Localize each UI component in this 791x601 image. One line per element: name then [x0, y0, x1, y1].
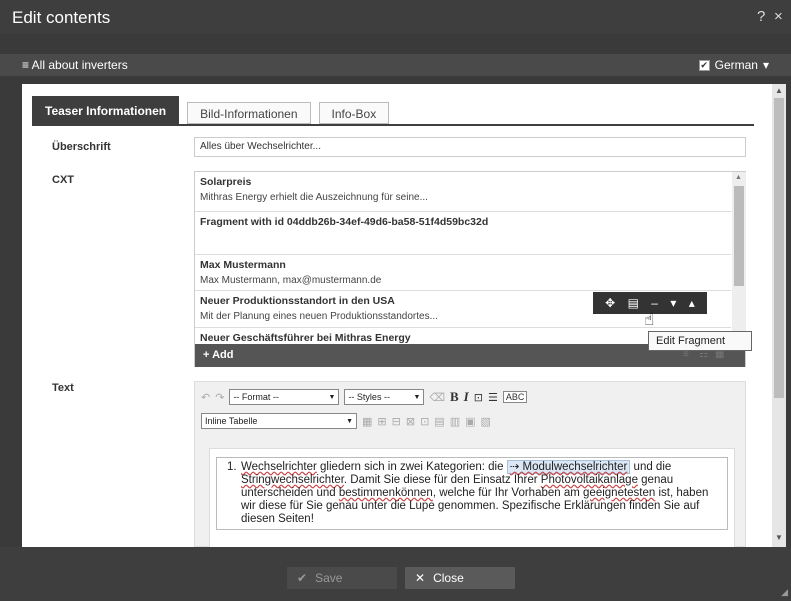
editor-content-area[interactable]: 1. Wechselrichter gliedern sich in zwei … — [209, 448, 735, 547]
chevron-down-icon: ▼ — [346, 417, 353, 425]
text-segment: , welche für Ihr Vorhaben am — [432, 487, 584, 499]
help-button[interactable]: ? — [757, 8, 765, 25]
resize-grip-icon[interactable]: ◢ — [781, 587, 788, 598]
chevron-down-icon: ▼ — [413, 393, 421, 401]
list-number: 1. — [227, 461, 237, 473]
edit-contents-dialog: Edit contents ? × ≡ All about inverters … — [0, 0, 791, 601]
tab-info-box[interactable]: Info-Box — [318, 102, 390, 124]
text-segment: . Damit Sie diese für den Einsatz Ihrer — [343, 474, 541, 486]
dialog-title: Edit contents — [12, 8, 111, 27]
chevron-down-icon: ▼ — [328, 393, 336, 401]
cxt-scrollbar[interactable]: ▲ — [732, 172, 746, 344]
move-down-icon[interactable]: ▾ — [670, 296, 676, 310]
inline-link-chip[interactable]: ⇢ Modulwechselrichter — [506, 460, 631, 474]
list-item-title: Fragment with id 04ddb26b-34ef-49d6-ba58… — [200, 216, 489, 228]
tab-underline — [32, 124, 754, 126]
heading-input[interactable]: Alles über Wechselrichter... — [194, 137, 746, 157]
heading-label: Überschrift — [52, 141, 111, 153]
add-fragment-button[interactable]: + Add — [203, 349, 233, 361]
hand-cursor-icon: ☝ — [644, 310, 655, 329]
spell-word: geeignetesten — [583, 487, 656, 499]
language-label: German — [714, 58, 758, 72]
format-select[interactable]: -- Format -- ▼ — [229, 389, 340, 405]
tab-bar: Teaser Informationen Bild-Informationen … — [32, 96, 390, 124]
list-item[interactable]: Max Mustermann Max Mustermann, max@muste… — [195, 255, 731, 291]
table-style-select[interactable]: Inline Tabelle ▼ — [201, 413, 357, 429]
cxt-label: CXT — [52, 174, 74, 186]
editor-paragraph[interactable]: 1. Wechselrichter gliedern sich in zwei … — [216, 457, 728, 530]
list-item[interactable]: Fragment with id 04ddb26b-34ef-49d6-ba58… — [195, 212, 731, 255]
list-item-subtitle: Max Mustermann, max@mustermann.de — [200, 275, 382, 286]
save-button-label: Save — [315, 571, 343, 585]
save-button[interactable]: ✔ Save — [287, 567, 397, 589]
close-button-label: Close — [433, 571, 464, 585]
list-item-title: Max Mustermann — [200, 259, 286, 271]
cxt-scrollbar-thumb[interactable] — [734, 186, 744, 286]
undo-icon[interactable]: ↶ — [201, 391, 210, 404]
chevron-down-icon: ▾ — [762, 58, 769, 72]
table-style-select-value: Inline Tabelle — [205, 416, 258, 426]
language-checkbox[interactable]: ✔ — [698, 59, 710, 71]
scroll-down-icon[interactable]: ▼ — [775, 533, 783, 542]
text-segment: gliedern sich in zwei Kategorien: die — [316, 461, 507, 473]
close-button[interactable]: ✕ Close — [405, 567, 515, 589]
spell-word: Stringwechselrichter — [241, 474, 344, 486]
tab-teaser-informationen[interactable]: Teaser Informationen — [32, 96, 180, 124]
check-icon: ✔ — [297, 571, 308, 585]
edit-fragment-tooltip: Edit Fragment — [648, 331, 752, 351]
titlebar-gap — [0, 34, 791, 54]
insert-link-icon[interactable]: ⊡ — [474, 391, 483, 404]
merge-cell-icon[interactable]: ⊡ — [420, 415, 429, 428]
list-item-subtitle: Mithras Energy erhielt die Auszeichnung … — [200, 192, 428, 203]
panel-scrollbar[interactable]: ▲ ▼ — [772, 84, 786, 547]
list-item[interactable]: Solarpreis Mithras Energy erhielt die Au… — [195, 172, 731, 212]
styles-select[interactable]: -- Styles -- ▼ — [344, 389, 425, 405]
insert-row-icon[interactable]: ⊞ — [377, 415, 386, 428]
table-properties-icon[interactable]: ▦ — [362, 415, 372, 428]
bullet-list-icon[interactable]: ☰ — [488, 391, 498, 404]
tab-bild-informationen[interactable]: Bild-Informationen — [187, 102, 311, 124]
format-select-value: -- Format -- — [233, 392, 279, 402]
language-selector[interactable]: ✔ German ▾ — [698, 58, 769, 72]
edit-fragment-icon[interactable]: ▤ — [628, 296, 639, 310]
form-panel: Teaser Informationen Bild-Informationen … — [22, 84, 772, 547]
remove-icon[interactable]: – — [651, 296, 658, 310]
scroll-up-icon: ▲ — [735, 174, 742, 181]
delete-row-icon[interactable]: ▤ — [434, 415, 444, 428]
content-subbar: ≡ All about inverters ✔ German ▾ — [0, 54, 791, 76]
split-cell-icon[interactable]: ⊠ — [406, 415, 415, 428]
close-window-button[interactable]: × — [774, 8, 783, 25]
dialog-titlebar: Edit contents ? × — [0, 0, 791, 34]
spell-word: bestimmenkönnen — [338, 487, 433, 499]
list-item-title: Solarpreis — [200, 176, 252, 188]
italic-button[interactable]: I — [464, 389, 469, 405]
editor-toolbar-row-2: Inline Tabelle ▼ ▦ ⊞ ⊟ ⊠ ⊡ ▤ ▥ ▣ ▧ — [201, 412, 491, 430]
bold-button[interactable]: B — [450, 389, 459, 405]
move-up-icon[interactable]: ▴ — [689, 296, 695, 310]
spell-word: Wechselrichter — [241, 461, 317, 473]
content-menu[interactable]: ≡ All about inverters — [22, 58, 128, 72]
delete-column-icon[interactable]: ▥ — [450, 415, 460, 428]
redo-icon[interactable]: ↷ — [215, 391, 224, 404]
styles-select-value: -- Styles -- — [348, 392, 390, 402]
spellcheck-icon[interactable]: ABC — [502, 391, 528, 403]
text-label: Text — [52, 382, 74, 394]
text-segment: und die — [630, 461, 672, 473]
panel-scrollbar-thumb[interactable] — [774, 98, 784, 398]
editor-toolbar-row-1: ↶ ↷ -- Format -- ▼ -- Styles -- ▼ ⌫ B I … — [201, 388, 528, 406]
spell-word: Photovoltaikanlage — [540, 474, 638, 486]
eraser-icon[interactable]: ⌫ — [429, 391, 445, 404]
dialog-footer: ✔ Save ✕ Close ◢ — [0, 547, 791, 601]
move-icon[interactable]: ✥ — [605, 296, 615, 310]
insert-column-icon[interactable]: ⊟ — [392, 415, 401, 428]
scroll-up-icon[interactable]: ▲ — [775, 86, 783, 95]
close-icon: ✕ — [415, 571, 426, 585]
rich-text-editor: ↶ ↷ -- Format -- ▼ -- Styles -- ▼ ⌫ B I … — [194, 381, 746, 547]
table-settings-icon[interactable]: ▧ — [481, 415, 491, 428]
delete-table-icon[interactable]: ▣ — [465, 415, 475, 428]
